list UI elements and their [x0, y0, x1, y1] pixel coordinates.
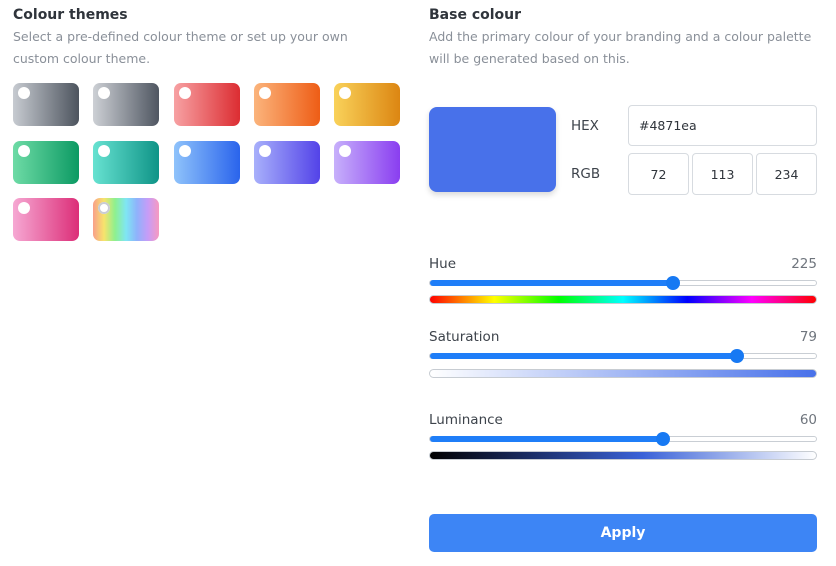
swatch-radio-dot — [339, 87, 351, 99]
saturation-label: Saturation — [429, 329, 500, 345]
hue-slider-thumb[interactable] — [666, 276, 680, 290]
hue-slider-fill — [430, 280, 673, 286]
colour-themes-title: Colour themes — [13, 7, 128, 23]
theme-swatch-grey[interactable] — [93, 83, 159, 126]
hex-label: HEX — [571, 118, 599, 134]
rgb-label: RGB — [571, 166, 601, 182]
apply-button[interactable]: Apply — [429, 514, 817, 552]
theme-swatch-blue[interactable] — [174, 141, 240, 184]
saturation-slider[interactable] — [429, 349, 817, 363]
theme-swatch-orange[interactable] — [254, 83, 320, 126]
swatch-radio-dot — [259, 145, 271, 157]
theme-swatch-indigo[interactable] — [254, 141, 320, 184]
swatch-radio-dot — [18, 145, 30, 157]
hue-value: 225 — [791, 256, 817, 272]
theme-swatch-red[interactable] — [174, 83, 240, 126]
colour-preview — [429, 107, 556, 192]
theme-swatch-rainbow[interactable] — [93, 198, 159, 241]
base-colour-description: Add the primary colour of your branding … — [429, 29, 812, 66]
swatch-radio-dot — [259, 87, 271, 99]
saturation-value: 79 — [799, 329, 817, 345]
swatch-radio-dot — [98, 202, 110, 214]
luminance-gradient-bar — [429, 451, 817, 460]
theme-swatch-green[interactable] — [13, 141, 79, 184]
swatch-radio-dot — [339, 145, 351, 157]
saturation-gradient-bar — [429, 369, 817, 378]
theme-swatch-teal[interactable] — [93, 141, 159, 184]
luminance-slider[interactable] — [429, 432, 817, 446]
theme-swatch-slate[interactable] — [13, 83, 79, 126]
theme-swatch-purple[interactable] — [334, 141, 400, 184]
luminance-slider-fill — [430, 436, 663, 442]
swatch-radio-dot — [98, 87, 110, 99]
theme-swatch-amber[interactable] — [334, 83, 400, 126]
luminance-slider-thumb[interactable] — [656, 432, 670, 446]
swatch-radio-dot — [18, 87, 30, 99]
swatch-radio-dot — [18, 202, 30, 214]
luminance-label: Luminance — [429, 412, 503, 428]
base-colour-title: Base colour — [429, 7, 522, 23]
hue-gradient-bar — [429, 295, 817, 304]
green-input[interactable] — [692, 153, 753, 195]
saturation-slider-fill — [430, 353, 737, 359]
hue-label: Hue — [429, 256, 457, 272]
luminance-value: 60 — [799, 412, 817, 428]
swatch-radio-dot — [179, 87, 191, 99]
red-input[interactable] — [628, 153, 689, 195]
theme-swatch-pink[interactable] — [13, 198, 79, 241]
hex-input[interactable] — [628, 105, 817, 146]
blue-input[interactable] — [756, 153, 817, 195]
saturation-slider-thumb[interactable] — [730, 349, 744, 363]
colour-themes-description: Select a pre-defined colour theme or set… — [13, 29, 348, 66]
hue-slider[interactable] — [429, 276, 817, 290]
swatch-radio-dot — [179, 145, 191, 157]
swatch-radio-dot — [98, 145, 110, 157]
